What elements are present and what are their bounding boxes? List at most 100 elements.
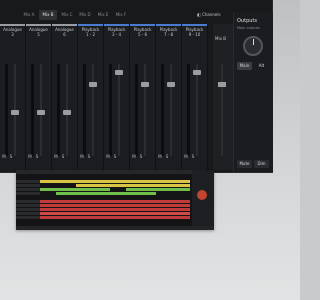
track-header[interactable] <box>16 212 40 215</box>
audio-clip[interactable] <box>56 192 156 195</box>
fader-handle[interactable] <box>115 70 123 75</box>
fader-track <box>144 64 146 156</box>
channel-strip: Analogue 6 M S <box>52 24 78 170</box>
channel-strip: Analogue 3 M S <box>0 24 26 170</box>
track-header[interactable] <box>16 216 40 219</box>
mute-button[interactable]: M <box>157 154 163 160</box>
mixer-window: Mix A Mix B Mix C Mix D Mix E Mix F ◧ Ch… <box>0 0 273 173</box>
dim-button[interactable]: Dim <box>254 160 269 168</box>
channels-label: Channels <box>202 12 221 17</box>
channels-button[interactable]: ◧ Channels <box>197 10 227 20</box>
fader-handle[interactable] <box>167 82 175 87</box>
channel-strip: Playback 9 - 10 M S <box>182 24 208 170</box>
audio-clip[interactable] <box>40 204 190 207</box>
level-meter <box>135 64 138 156</box>
level-meter <box>187 64 190 156</box>
mute-button[interactable]: M <box>1 154 7 160</box>
record-knob[interactable] <box>197 190 207 200</box>
strip-number: 9 - 10 <box>188 32 201 37</box>
track-header[interactable] <box>16 204 40 207</box>
channel-strip: Analogue 5 M S <box>26 24 52 170</box>
audio-clip[interactable] <box>40 180 190 183</box>
solo-button[interactable]: S <box>8 154 14 160</box>
solo-button[interactable]: S <box>138 154 144 160</box>
audio-clip[interactable] <box>76 184 190 187</box>
tab-mix-a[interactable]: Mix A <box>20 10 38 20</box>
tab-mix-b[interactable]: Mix B <box>39 10 57 20</box>
tab-mix-e[interactable]: Mix E <box>94 10 112 20</box>
tab-mix-c[interactable]: Mix C <box>58 10 76 20</box>
alt-button[interactable]: Alt <box>254 62 269 70</box>
mute-button[interactable]: M <box>105 154 111 160</box>
level-meter <box>109 64 112 156</box>
channel-strips: Analogue 3 M S Analogue 5 M S Analogue 6… <box>0 24 228 170</box>
track-header[interactable] <box>16 208 40 211</box>
strip-number: 6 <box>63 32 66 37</box>
fader-handle[interactable] <box>89 82 97 87</box>
outputs-panel: Outputs Main outputs Main Alt Mute Dim <box>233 12 273 172</box>
mute-button[interactable]: Mute <box>237 160 252 168</box>
master-fader-track <box>221 64 223 156</box>
level-meter <box>161 64 164 156</box>
fader-handle[interactable] <box>11 110 19 115</box>
master-label: Mix B <box>215 36 226 41</box>
mix-tabs: Mix A Mix B Mix C Mix D Mix E Mix F ◧ Ch… <box>0 8 272 22</box>
tab-mix-f[interactable]: Mix F <box>112 10 130 20</box>
track-header[interactable] <box>16 184 40 187</box>
strip-color-bar <box>182 24 207 26</box>
solo-button[interactable]: S <box>34 154 40 160</box>
audio-clip[interactable] <box>126 188 190 191</box>
strip-number: 3 - 4 <box>111 32 122 37</box>
tab-mix-d[interactable]: Mix D <box>76 10 94 20</box>
audio-clip[interactable] <box>40 216 190 219</box>
strip-color-bar <box>78 24 103 26</box>
level-meter <box>83 64 86 156</box>
mute-button[interactable]: M <box>183 154 189 160</box>
track-header[interactable] <box>16 188 40 191</box>
solo-button[interactable]: S <box>112 154 118 160</box>
fader-handle[interactable] <box>63 110 71 115</box>
strip-color-bar <box>156 24 181 26</box>
strip-color-bar <box>26 24 51 26</box>
solo-button[interactable]: S <box>190 154 196 160</box>
audio-clip[interactable] <box>40 200 190 203</box>
channel-strip: Playback 3 - 4 M S <box>104 24 130 170</box>
daw-window <box>16 170 214 230</box>
solo-button[interactable]: S <box>86 154 92 160</box>
audio-clip[interactable] <box>40 188 110 191</box>
audio-clip[interactable] <box>40 212 190 215</box>
fader-handle[interactable] <box>37 110 45 115</box>
strip-number: 1 - 2 <box>85 32 96 37</box>
strip-color-bar <box>130 24 155 26</box>
channel-strip: Playback 5 - 6 M S <box>130 24 156 170</box>
strip-number: 5 <box>37 32 40 37</box>
fader-track <box>92 64 94 156</box>
level-meter <box>57 64 60 156</box>
fader-track <box>170 64 172 156</box>
channel-strip: Playback 1 - 2 M S <box>78 24 104 170</box>
volume-knob[interactable] <box>243 36 263 56</box>
fader-handle[interactable] <box>141 82 149 87</box>
level-meter <box>31 64 34 156</box>
strip-number: 3 <box>11 32 14 37</box>
fader-track <box>196 64 198 156</box>
mute-button[interactable]: M <box>131 154 137 160</box>
fader-handle[interactable] <box>193 70 201 75</box>
solo-button[interactable]: S <box>164 154 170 160</box>
outputs-title: Outputs <box>237 18 257 24</box>
mute-button[interactable]: M <box>27 154 33 160</box>
strip-color-bar <box>104 24 129 26</box>
daw-side-panel <box>192 170 214 230</box>
solo-button[interactable]: S <box>60 154 66 160</box>
mute-button[interactable]: M <box>53 154 59 160</box>
mute-button[interactable]: M <box>79 154 85 160</box>
main-button[interactable]: Main <box>237 62 252 70</box>
track-header[interactable] <box>16 200 40 203</box>
strip-color-bar <box>52 24 77 26</box>
master-fader-handle[interactable] <box>218 82 226 87</box>
level-meter <box>5 64 8 156</box>
audio-clip[interactable] <box>40 208 190 211</box>
track-header[interactable] <box>16 192 40 195</box>
track-header[interactable] <box>16 180 40 183</box>
daw-titlebar <box>16 170 214 174</box>
